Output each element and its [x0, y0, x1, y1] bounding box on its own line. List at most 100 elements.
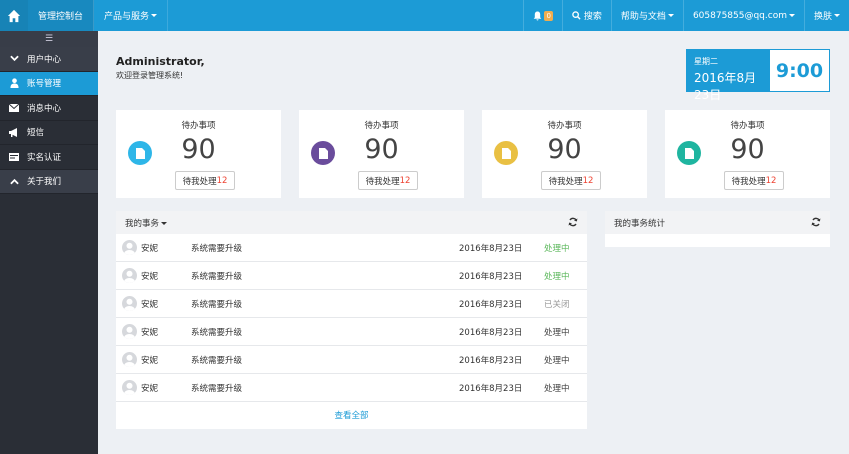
card-title: 待办事项	[364, 121, 399, 131]
panel-header: 我的事务统计	[605, 211, 830, 234]
date-block: 星期二 2016年8月23日	[687, 50, 770, 102]
envelope-icon	[9, 103, 19, 113]
pending-for-me-button[interactable]: 待我处理 12	[541, 171, 601, 190]
status-badge: 已关闭	[544, 299, 570, 310]
bullhorn-icon	[9, 127, 19, 137]
card-title: 待办事项	[730, 121, 765, 131]
skin-menu[interactable]: 换肤	[803, 0, 849, 31]
user-account-menu[interactable]: 605875855@qq.com	[682, 0, 804, 31]
sidebar-item-user-center[interactable]: 用户中心	[0, 47, 98, 72]
welcome-subtitle: 欢迎登录管理系统!	[116, 71, 184, 80]
sidebar-item-label: 用户中心	[27, 54, 62, 65]
todo-card: 待办事项 90 待我处理 12	[116, 110, 281, 198]
sidebar-item-account-management[interactable]: 账号管理	[0, 71, 98, 96]
sidebar: ☰ 用户中心 账号管理 消息中心 短信 实名认证 关于我们	[0, 31, 98, 454]
sidebar-item-real-name-auth[interactable]: 实名认证	[0, 145, 98, 170]
card-count: 90	[364, 134, 399, 165]
notification-badge: 0	[544, 10, 553, 21]
my-affairs-dropdown[interactable]: 我的事务	[125, 217, 168, 229]
caret-down-icon	[788, 14, 795, 17]
bell-icon	[534, 11, 542, 20]
refresh-icon[interactable]	[568, 217, 578, 227]
row-date: 2016年8月23日	[459, 299, 523, 310]
sidebar-item-message-center[interactable]: 消息中心	[0, 96, 98, 121]
caret-down-icon	[834, 14, 840, 17]
search-button[interactable]: 搜索	[561, 0, 611, 31]
menu-icon: ☰	[44, 34, 54, 44]
avatar	[122, 268, 137, 283]
date-time-widget: 星期二 2016年8月23日 9:00	[686, 49, 830, 102]
pending-count: 12	[399, 175, 411, 186]
row-date: 2016年8月23日	[459, 271, 523, 282]
pending-for-me-button[interactable]: 待我处理 12	[358, 171, 418, 190]
help-docs-menu[interactable]: 帮助与文档	[610, 0, 683, 31]
user-icon	[9, 78, 19, 89]
table-row[interactable]: 安妮 系统需要升级 2016年8月23日 处理中	[116, 234, 587, 262]
home-icon	[7, 9, 21, 22]
caret-down-icon	[151, 14, 158, 17]
sidebar-item-label: 关于我们	[27, 177, 62, 188]
card-title: 待办事项	[547, 121, 582, 131]
avatar	[122, 380, 137, 395]
home-button[interactable]	[0, 0, 28, 31]
weekday: 星期二	[694, 57, 718, 66]
skin-label: 换肤	[813, 12, 832, 22]
refresh-icon[interactable]	[811, 217, 821, 227]
search-icon	[572, 11, 581, 20]
table-row[interactable]: 安妮 系统需要升级 2016年8月23日 处理中	[116, 346, 587, 374]
date: 2016年8月23日	[694, 71, 757, 102]
row-name: 安妮	[141, 243, 159, 254]
row-date: 2016年8月23日	[459, 327, 523, 338]
row-subject: 系统需要升级	[191, 271, 243, 282]
card-title: 待办事项	[181, 121, 216, 131]
card-count: 90	[730, 134, 765, 165]
sidebar-item-label: 消息中心	[27, 103, 62, 114]
panel-title: 我的事务统计	[614, 218, 666, 229]
search-label: 搜索	[583, 12, 602, 22]
chevron-down-icon	[9, 54, 19, 64]
user-email: 605875855@qq.com	[692, 10, 787, 21]
welcome-title: Administrator,	[116, 55, 205, 68]
row-name: 安妮	[141, 271, 159, 282]
card-count: 90	[547, 134, 582, 165]
sidebar-item-sms[interactable]: 短信	[0, 121, 98, 145]
avatar	[122, 240, 137, 255]
nav-console[interactable]: 管理控制台	[28, 0, 95, 31]
time: 9:00	[770, 50, 829, 91]
status-badge: 处理中	[544, 271, 570, 282]
button-label: 待我处理	[365, 176, 400, 187]
nav-products-label: 产品与服务	[104, 12, 150, 22]
row-date: 2016年8月23日	[459, 383, 523, 394]
table-row[interactable]: 安妮 系统需要升级 2016年8月23日 处理中	[116, 318, 587, 346]
pending-for-me-button[interactable]: 待我处理 12	[724, 171, 784, 190]
pending-for-me-button[interactable]: 待我处理 12	[175, 171, 235, 190]
status-badge: 处理中	[544, 383, 570, 394]
row-subject: 系统需要升级	[191, 299, 243, 310]
row-date: 2016年8月23日	[459, 355, 523, 366]
sidebar-item-label: 实名认证	[27, 152, 62, 163]
sidebar-item-label: 账号管理	[27, 79, 62, 90]
row-name: 安妮	[141, 355, 159, 366]
sidebar-toggle-button[interactable]: ☰	[0, 31, 98, 47]
pending-count: 12	[582, 175, 594, 186]
avatar	[122, 352, 137, 367]
table-row[interactable]: 安妮 系统需要升级 2016年8月23日 处理中	[116, 262, 587, 290]
button-label: 待我处理	[182, 176, 217, 187]
row-subject: 系统需要升级	[191, 355, 243, 366]
notifications-button[interactable]: 0	[523, 0, 561, 31]
status-badge: 处理中	[544, 327, 570, 338]
status-badge: 处理中	[544, 355, 570, 366]
row-name: 安妮	[141, 327, 159, 338]
sidebar-item-about-us[interactable]: 关于我们	[0, 169, 98, 194]
view-all-link[interactable]: 查看全部	[116, 402, 587, 428]
nav-products-services[interactable]: 产品与服务	[94, 0, 169, 31]
table-row[interactable]: 安妮 系统需要升级 2016年8月23日 处理中	[116, 374, 587, 402]
table-row[interactable]: 安妮 系统需要升级 2016年8月23日 已关闭	[116, 290, 587, 318]
main-content: Administrator, 欢迎登录管理系统! 星期二 2016年8月23日 …	[98, 31, 849, 454]
row-date: 2016年8月23日	[459, 243, 523, 254]
avatar	[122, 324, 137, 339]
button-label: 待我处理	[548, 176, 583, 187]
row-subject: 系统需要升级	[191, 383, 243, 394]
todo-card: 待办事项 90 待我处理 12	[299, 110, 464, 198]
pending-count: 12	[765, 175, 777, 186]
